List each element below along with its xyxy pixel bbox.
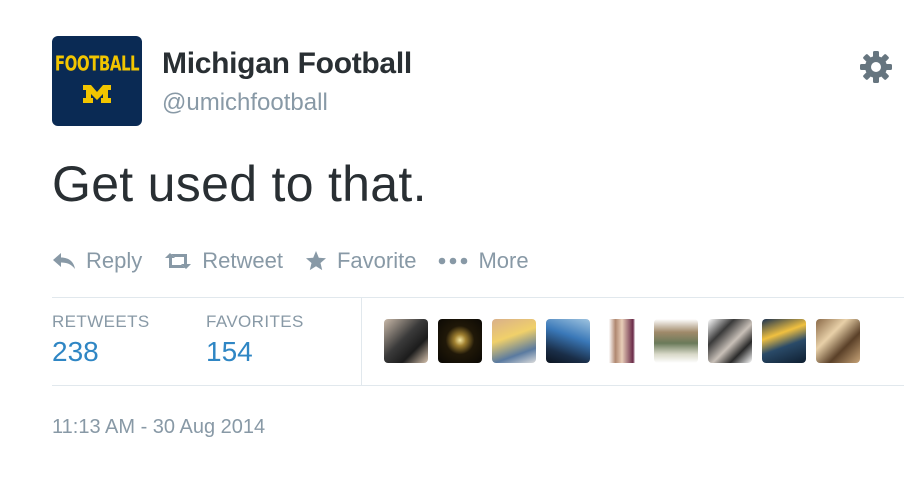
- favorites-label: FAVORITES: [206, 312, 304, 331]
- favoriter-avatar[interactable]: [762, 319, 806, 363]
- tweet-actions: Reply Retweet Favorite More: [52, 246, 551, 276]
- tweet-card: FOOTBALL Michigan Football @umichfootbal…: [0, 0, 904, 490]
- reply-button[interactable]: Reply: [52, 248, 142, 274]
- more-label: More: [478, 248, 529, 273]
- favoriter-avatar[interactable]: [438, 319, 482, 363]
- favoriter-avatars: [384, 319, 870, 363]
- stats-top-divider: [52, 297, 904, 298]
- more-dots-icon: [439, 257, 468, 265]
- more-button[interactable]: More: [438, 248, 529, 274]
- favorites-stat[interactable]: FAVORITES 154: [206, 312, 304, 368]
- stats-vertical-divider: [361, 298, 362, 385]
- favoriter-avatar[interactable]: [600, 319, 644, 363]
- reply-label: Reply: [86, 248, 143, 273]
- favoriter-avatar[interactable]: [708, 319, 752, 363]
- favorite-label: Favorite: [336, 248, 417, 273]
- stats-bottom-divider: [52, 385, 904, 386]
- favorites-count: 154: [206, 336, 253, 367]
- retweets-stat[interactable]: RETWEETS 238: [52, 312, 150, 368]
- account-handle[interactable]: @umichfootball: [162, 89, 328, 117]
- favoriter-avatar[interactable]: [816, 319, 860, 363]
- favorite-button[interactable]: Favorite: [305, 248, 416, 274]
- retweet-icon: [165, 253, 192, 269]
- block-m-logo-icon: [83, 85, 111, 103]
- favoriter-avatar[interactable]: [654, 319, 698, 363]
- account-name[interactable]: Michigan Football: [162, 47, 412, 81]
- avatar-wordmark: FOOTBALL: [54, 51, 140, 77]
- profile-avatar[interactable]: FOOTBALL: [52, 36, 142, 126]
- retweet-button[interactable]: Retweet: [164, 248, 283, 274]
- star-icon: [305, 251, 326, 271]
- favoriter-avatar[interactable]: [546, 319, 590, 363]
- tweet-text: Get used to that.: [52, 156, 427, 212]
- favoriter-avatar[interactable]: [492, 319, 536, 363]
- favoriter-avatar[interactable]: [384, 319, 428, 363]
- retweet-label: Retweet: [202, 248, 283, 273]
- gear-icon[interactable]: [859, 50, 893, 84]
- retweets-count: 238: [52, 336, 99, 367]
- reply-icon: [53, 253, 75, 269]
- tweet-timestamp[interactable]: 11:13 AM - 30 Aug 2014: [52, 416, 265, 439]
- retweets-label: RETWEETS: [52, 312, 150, 331]
